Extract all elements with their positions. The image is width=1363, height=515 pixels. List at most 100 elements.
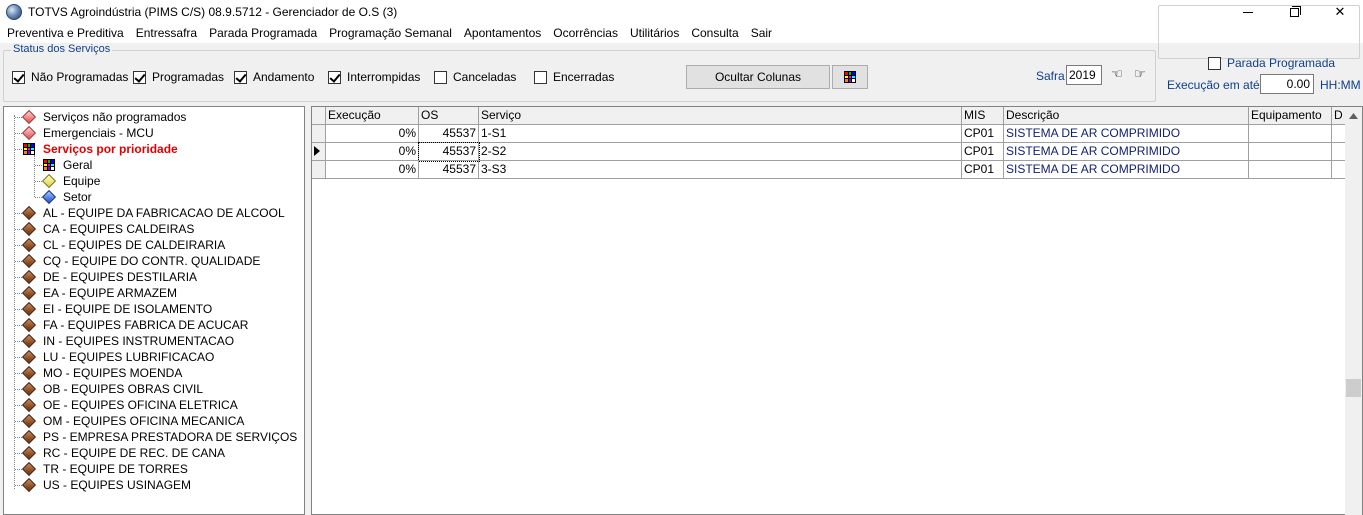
menu-apontamentos[interactable]: Apontamentos (458, 24, 547, 43)
brown-diamond-icon (21, 237, 37, 253)
checkbox-canceladas[interactable]: Canceladas (434, 70, 516, 84)
grid-cell-execucao[interactable]: 0% (326, 143, 419, 161)
column-header-servico[interactable]: Serviço (479, 107, 962, 125)
checkbox-andamento[interactable]: Andamento (234, 70, 314, 84)
column-header-equipamento[interactable]: Equipamento (1249, 107, 1332, 125)
menu-programacao-semanal[interactable]: Programação Semanal (323, 24, 458, 43)
grid-cell-servico[interactable]: 3-S3 (479, 161, 962, 179)
tree-item[interactable]: Serviços não programados (15, 109, 186, 125)
tree-item[interactable]: Emergenciais - MCU (15, 125, 154, 141)
tree-line (15, 245, 22, 246)
row-indicator[interactable] (312, 143, 326, 161)
grid-cell-d[interactable] (1332, 125, 1346, 143)
checkbox-programadas[interactable]: Programadas (133, 70, 224, 84)
scroll-thumb[interactable] (1346, 379, 1361, 397)
services-grid[interactable]: Execução OS Serviço MIS Descrição Equipamento… (311, 106, 1363, 515)
checkbox-box[interactable] (12, 70, 25, 84)
tree-item[interactable]: EA - EQUIPE ARMAZEM (15, 285, 177, 301)
tree-item[interactable]: FA - EQUIPES FABRICA DE ACUCAR (15, 317, 248, 333)
checkbox-box[interactable] (534, 70, 547, 84)
checkbox-nao-programadas[interactable]: Não Programadas (12, 70, 128, 84)
services-tree[interactable]: Serviços não programados Emergenciais - M… (3, 106, 305, 515)
checkbox-box[interactable] (133, 70, 146, 84)
grid-cell-os[interactable]: 45537 (418, 142, 480, 162)
row-indicator[interactable] (312, 161, 326, 179)
grid-cell-descricao[interactable]: SISTEMA DE AR COMPRIMIDO (1004, 143, 1249, 161)
menu-utilitarios[interactable]: Utilitários (624, 24, 685, 43)
tree-item[interactable]: PS - EMPRESA PRESTADORA DE SERVIÇOS (15, 429, 297, 445)
grid-cell-descricao[interactable]: SISTEMA DE AR COMPRIMIDO (1004, 161, 1249, 179)
menu-sair[interactable]: Sair (745, 24, 778, 43)
grid-cell-mis[interactable]: CP01 (962, 143, 1004, 161)
checkbox-parada-programada[interactable]: Parada Programada (1208, 56, 1335, 70)
column-header-descricao[interactable]: Descrição (1004, 107, 1249, 125)
column-header-os[interactable]: OS (419, 107, 479, 125)
safra-input[interactable]: 2019 (1066, 65, 1102, 85)
tree-item[interactable]: Geral (35, 157, 93, 173)
grid-cell-servico[interactable]: 2-S2 (479, 143, 962, 161)
tree-item[interactable]: OE - EQUIPES OFICINA ELETRICA (15, 397, 238, 413)
menu-ocorrencias[interactable]: Ocorrências (547, 24, 624, 43)
column-header-execucao[interactable]: Execução (326, 107, 419, 125)
column-header-mis[interactable]: MIS (962, 107, 1004, 125)
checkbox-box[interactable] (1208, 56, 1221, 70)
tree-line (35, 165, 42, 166)
tree-item[interactable]: US - EQUIPES USINAGEM (15, 477, 191, 493)
tree-item[interactable]: IN - EQUIPES INSTRUMENTACAO (15, 333, 234, 349)
menu-consulta[interactable]: Consulta (685, 24, 744, 43)
tree-item[interactable]: DE - EQUIPES DESTILARIA (15, 269, 197, 285)
menu-parada-programada[interactable]: Parada Programada (203, 24, 323, 43)
hide-columns-button[interactable]: Ocultar Colunas (686, 65, 830, 89)
grid-cell-d[interactable] (1332, 143, 1346, 161)
tree-item[interactable]: EI - EQUIPE DE ISOLAMENTO (15, 301, 212, 317)
grid-cell-execucao[interactable]: 0% (326, 125, 419, 143)
grid-cell-mis[interactable]: CP01 (962, 161, 1004, 179)
grid-vertical-scrollbar[interactable] (1345, 107, 1362, 515)
hand-right-icon[interactable]: ☞ (1131, 67, 1149, 81)
tree-item[interactable]: TR - EQUIPE DE TORRES (15, 461, 188, 477)
brown-diamond-icon (21, 269, 37, 285)
column-header-d[interactable]: D (1332, 107, 1346, 125)
row-indicator[interactable] (312, 125, 326, 143)
tree-item[interactable]: MO - EQUIPES MOENDA (15, 365, 182, 381)
checkbox-encerradas[interactable]: Encerradas (534, 70, 614, 84)
tree-item[interactable]: LU - EQUIPES LUBRIFICACAO (15, 349, 214, 365)
grid-cell-descricao[interactable]: SISTEMA DE AR COMPRIMIDO (1004, 125, 1249, 143)
grid-cell-os[interactable]: 45537 (419, 161, 479, 179)
color-legend-button[interactable] (832, 65, 868, 89)
grid-cell-os[interactable]: 45537 (419, 125, 479, 143)
tree-item[interactable]: Serviços por prioridade (15, 141, 178, 157)
menu-preventiva[interactable]: Preventiva e Preditiva (1, 24, 130, 43)
scroll-up-arrow-icon[interactable] (1345, 107, 1362, 124)
execution-input[interactable]: 0.00 (1260, 74, 1314, 94)
tree-item[interactable]: OB - EQUIPES OBRAS CIVIL (15, 381, 203, 397)
checkbox-box[interactable] (434, 70, 447, 84)
grid-cell-equipamento[interactable] (1249, 161, 1332, 179)
tree-item[interactable]: CL - EQUIPES DE CALDEIRARIA (15, 237, 226, 253)
tree-item[interactable]: RC - EQUIPE DE REC. DE CANA (15, 445, 225, 461)
tree-item[interactable]: AL - EQUIPE DA FABRICACAO DE ALCOOL (15, 205, 285, 221)
hand-left-icon[interactable]: ☜ (1108, 67, 1126, 81)
grid-cell-equipamento[interactable] (1249, 143, 1332, 161)
tree-line (15, 117, 22, 118)
tree-item[interactable]: CA - EQUIPES CALDEIRAS (15, 221, 194, 237)
menu-entressafra[interactable]: Entressafra (130, 24, 203, 43)
grid-cell-servico[interactable]: 1-S1 (479, 125, 962, 143)
tree-line (15, 261, 22, 262)
tree-item-label: TR - EQUIPE DE TORRES (43, 462, 188, 476)
tree-item-label: CL - EQUIPES DE CALDEIRARIA (43, 238, 226, 252)
grid-cell-d[interactable] (1332, 161, 1346, 179)
grid-cell-equipamento[interactable] (1249, 125, 1332, 143)
grid-cell-mis[interactable]: CP01 (962, 125, 1004, 143)
checkbox-box[interactable] (328, 70, 341, 84)
checkbox-label: Programadas (152, 70, 225, 84)
tree-item[interactable]: CQ - EQUIPE DO CONTR. QUALIDADE (15, 253, 260, 269)
checkbox-interrompidas[interactable]: Interrompidas (328, 70, 420, 84)
tree-item[interactable]: OM - EQUIPES OFICINA MECANICA (15, 413, 244, 429)
checkbox-box[interactable] (234, 70, 247, 84)
brown-diamond-icon (21, 333, 37, 349)
tree-item-label: Geral (63, 158, 93, 172)
tree-item[interactable]: Setor (35, 189, 92, 205)
tree-item[interactable]: Equipe (35, 173, 100, 189)
grid-cell-execucao[interactable]: 0% (326, 161, 419, 179)
